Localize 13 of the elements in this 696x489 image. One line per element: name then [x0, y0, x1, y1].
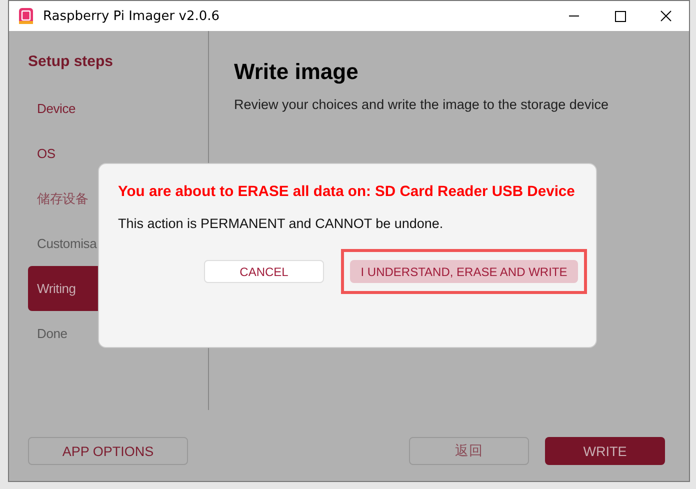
window-title: Raspberry Pi Imager v2.0.6 — [43, 8, 220, 24]
app-options-button[interactable]: APP OPTIONS — [28, 437, 188, 465]
step-item[interactable]: Device — [28, 86, 178, 131]
page-title: Write image — [234, 59, 360, 85]
erase-button[interactable]: I UNDERSTAND, ERASE AND WRITE — [350, 260, 578, 283]
dialog-message: This action is PERMANENT and CANNOT be undone. — [118, 216, 444, 231]
app-icon — [19, 8, 33, 24]
cancel-button[interactable]: CANCEL — [204, 260, 324, 283]
sidebar-heading: Setup steps — [28, 53, 114, 70]
back-button[interactable]: 返回 — [409, 437, 529, 465]
dialog-title: You are about to ERASE all data on: SD Card Reader USB Device — [118, 184, 576, 200]
page-subtitle: Review your choices and write the image to the storage device — [234, 97, 608, 112]
write-button[interactable]: WRITE — [545, 437, 665, 465]
